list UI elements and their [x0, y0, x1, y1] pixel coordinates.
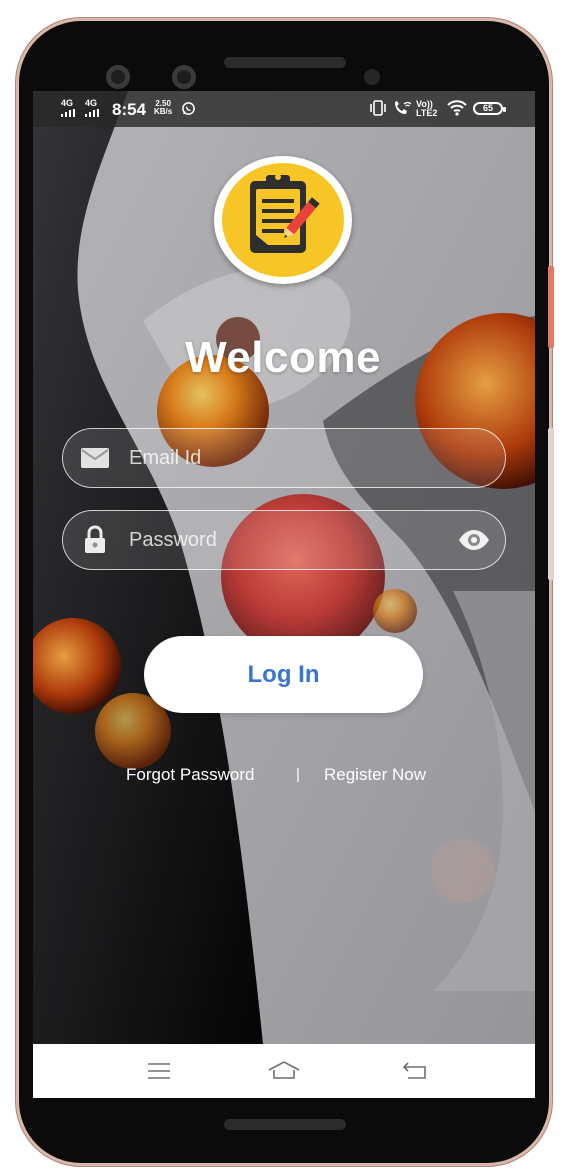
signal-icon-2: [85, 109, 99, 117]
password-field[interactable]: Password: [62, 510, 506, 570]
login-button[interactable]: Log In: [144, 636, 423, 713]
bottom-speaker: [224, 1119, 346, 1130]
front-camera-secondary: [172, 65, 196, 89]
signal-icon: [61, 109, 75, 117]
home-icon[interactable]: [267, 1060, 301, 1080]
battery-icon: 65: [473, 102, 506, 115]
email-placeholder: Email Id: [129, 447, 202, 469]
wifi-icon: [447, 100, 467, 116]
mail-icon: [81, 448, 109, 468]
wifi-call-icon: [395, 101, 412, 114]
lock-icon: [85, 525, 105, 553]
data-speed: 2.50 KB/s: [154, 100, 172, 116]
link-separator: |: [296, 766, 300, 783]
data-speed-unit: KB/s: [154, 107, 173, 116]
network-type-2: 4G: [85, 98, 98, 108]
password-placeholder: Password: [129, 529, 217, 551]
navigation-bar: [33, 1044, 535, 1098]
power-button: [548, 266, 554, 348]
forgot-password-link[interactable]: Forgot Password: [126, 765, 255, 785]
earpiece-speaker: [224, 57, 346, 68]
email-field[interactable]: Email Id: [62, 428, 506, 488]
eye-icon[interactable]: [458, 530, 490, 550]
status-bar: 4G 4G 8:54 2.50 KB/s Vo)) LTE2 65: [33, 91, 535, 127]
app-screen: 4G 4G 8:54 2.50 KB/s Vo)) LTE2 65 Welcom…: [33, 91, 535, 1098]
welcome-title: Welcome: [185, 333, 381, 382]
whatsapp-icon: [182, 102, 195, 115]
front-camera: [106, 65, 130, 89]
volte-indicator: Vo)) LTE2: [416, 100, 437, 118]
clipboard-pencil-icon: [250, 174, 320, 253]
logo-badge: [222, 163, 344, 277]
app-logo: [214, 156, 352, 284]
menu-icon[interactable]: [147, 1062, 171, 1080]
register-now-link[interactable]: Register Now: [324, 765, 426, 785]
volume-button: [548, 428, 554, 580]
clock: 8:54: [112, 100, 147, 119]
back-icon[interactable]: [402, 1062, 428, 1080]
network-type-1: 4G: [61, 98, 74, 108]
proximity-sensor: [364, 69, 380, 85]
lte-label: LTE2: [416, 108, 438, 118]
vibrate-icon: [370, 100, 386, 116]
